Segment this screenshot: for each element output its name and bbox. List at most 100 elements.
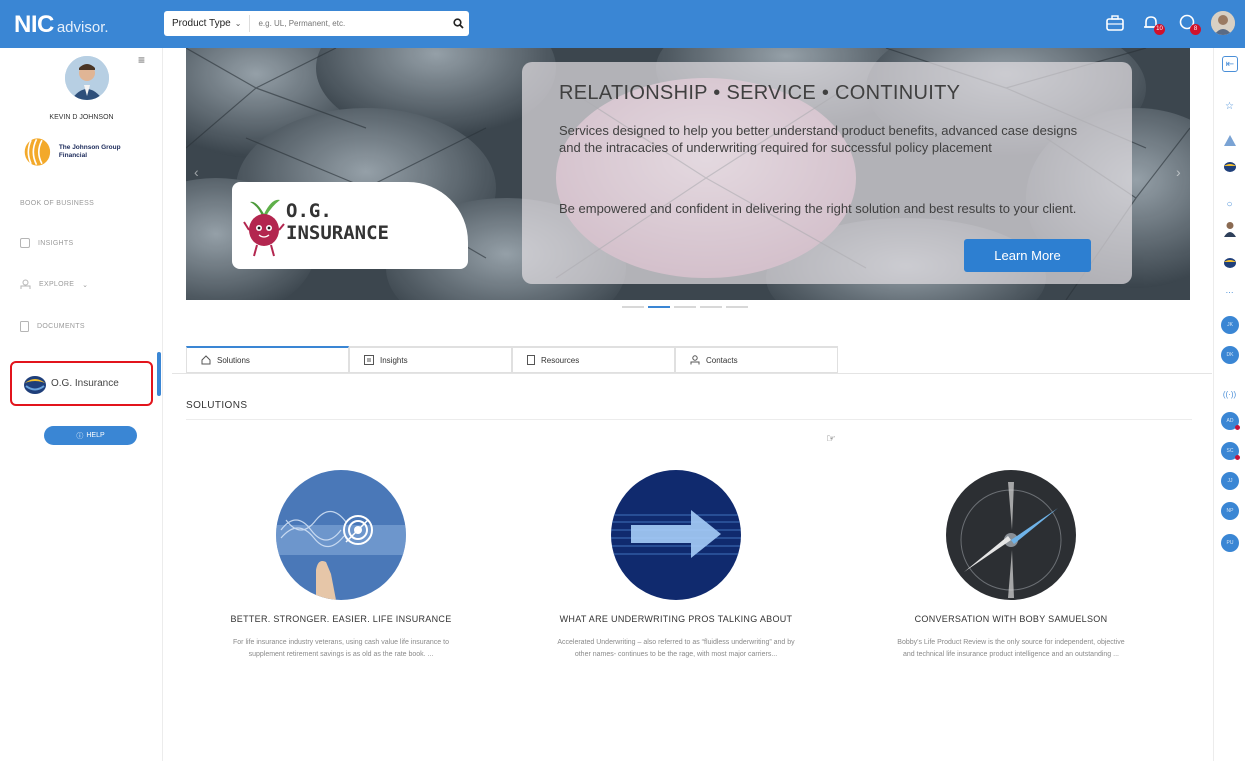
hero-paragraph-1: Services designed to help you better und…	[559, 123, 1078, 155]
solution-card-description: Accelerated Underwriting – also referred…	[557, 639, 795, 658]
user-avatar[interactable]	[1211, 11, 1235, 35]
pyramid-logo-icon[interactable]	[1221, 132, 1238, 149]
right-rail: ⇤ ☆ ○ ⋯ JK DK ((·)) AD SC JJ NP PU	[1213, 48, 1245, 761]
tab-resources[interactable]: Resources	[512, 346, 675, 373]
top-bar: NIC advisor. Product Type ⌄ e.g. UL, Per…	[0, 0, 1245, 48]
tab-label: Insights	[380, 355, 408, 365]
header-actions: 10 8	[1103, 11, 1235, 35]
pyramid-shape	[1223, 134, 1236, 146]
brand-line-1: O.G.	[286, 200, 332, 222]
solution-card[interactable]: BETTER. STRONGER. EASIER. LIFE INSURANCE…	[196, 470, 486, 661]
hero-banner: ‹ › RELATIONSHIP • SERVICE • CONTINUITY …	[186, 48, 1190, 300]
menu-icon[interactable]: ≡	[138, 53, 145, 67]
chevron-down-icon: ⌄	[82, 281, 89, 289]
nic-advisor-logo[interactable]: NIC advisor.	[14, 11, 109, 39]
contact-initials-avatar[interactable]: JJ	[1221, 472, 1239, 490]
og-insurance-brand-card: O.G. INSURANCE	[232, 182, 468, 269]
og-insurance-brand-text: O.G. INSURANCE	[286, 200, 389, 244]
carousel-next-icon[interactable]: ›	[1176, 164, 1181, 180]
nav-label: DOCUMENTS	[37, 323, 85, 330]
tab-label: Contacts	[706, 355, 738, 365]
unread-dot	[1235, 425, 1240, 430]
contact-initials-avatar[interactable]: PU	[1221, 534, 1239, 552]
nav-label: BOOK OF BUSINESS	[20, 200, 95, 207]
nav-explore[interactable]: EXPLORE ⌄	[20, 279, 88, 290]
section-title: SOLUTIONS	[186, 400, 248, 411]
document-icon	[527, 355, 535, 365]
contacts-icon	[690, 355, 700, 365]
carousel-indicators	[622, 306, 748, 308]
person-avatar-icon[interactable]	[1221, 220, 1238, 237]
solution-card-image[interactable]	[276, 470, 406, 600]
nav-documents[interactable]: DOCUMENTS	[20, 321, 85, 332]
contact-initials-avatar[interactable]: AD	[1221, 412, 1240, 430]
sidebar-item-og-insurance[interactable]: O.G. Insurance	[10, 361, 153, 406]
tab-label: Resources	[541, 355, 580, 365]
unread-dot	[1235, 455, 1240, 460]
nav-insights[interactable]: INSIGHTS	[20, 238, 73, 248]
help-button[interactable]: ⓘ HELP	[44, 426, 137, 445]
insights-icon	[364, 355, 374, 365]
solution-card-title[interactable]: CONVERSATION WITH BOBY SAMUELSON	[866, 613, 1156, 625]
chat-bubble-icon[interactable]: ○	[1221, 196, 1238, 213]
contact-initials-avatar[interactable]: SC	[1221, 442, 1240, 460]
search-button[interactable]	[447, 18, 469, 29]
og-logo-icon[interactable]	[1221, 158, 1238, 175]
dots-icon[interactable]: ⋯	[1221, 284, 1238, 301]
avatar-icon	[1211, 11, 1235, 35]
left-sidebar: ≡ KEVIN D JOHNSON The Johnson Group Fina…	[0, 48, 163, 761]
tab-insights[interactable]: Insights	[349, 346, 512, 373]
collapse-panel-icon[interactable]: ⇤	[1222, 56, 1238, 72]
beet-mascot-icon	[243, 199, 285, 257]
arrow-image-icon	[611, 470, 741, 600]
logo-sub: advisor.	[56, 19, 109, 36]
tab-solutions[interactable]: Solutions	[186, 346, 349, 373]
search-input[interactable]	[250, 19, 447, 28]
chat-button[interactable]: 8	[1175, 11, 1201, 35]
active-indicator	[157, 352, 161, 396]
solution-card[interactable]: CONVERSATION WITH BOBY SAMUELSON Bobby's…	[866, 470, 1156, 661]
nav-label: EXPLORE	[39, 281, 75, 288]
explore-icon	[20, 279, 31, 289]
help-icon: ⓘ	[76, 432, 84, 440]
carousel-dot[interactable]	[700, 306, 722, 308]
insights-icon	[20, 238, 30, 248]
document-icon	[20, 321, 29, 332]
hand-cursor-icon: ☞	[826, 433, 836, 445]
carousel-prev-icon[interactable]: ‹	[194, 164, 199, 180]
profile-photo-icon	[65, 56, 109, 100]
tab-contacts[interactable]: Contacts	[675, 346, 838, 373]
carousel-dot[interactable]	[726, 306, 748, 308]
solution-card-description: For life insurance industry veterans, us…	[233, 639, 449, 658]
compass-image-icon	[946, 470, 1076, 600]
briefcase-button[interactable]	[1103, 11, 1127, 35]
contact-initials-avatar[interactable]: DK	[1221, 346, 1239, 364]
contact-initials-avatar[interactable]: JK	[1221, 316, 1239, 334]
solution-card[interactable]: WHAT ARE UNDERWRITING PROS TALKING ABOUT…	[531, 470, 821, 661]
carousel-dot[interactable]	[674, 306, 696, 308]
solution-card-title[interactable]: WHAT ARE UNDERWRITING PROS TALKING ABOUT	[531, 613, 821, 625]
company-name: The Johnson Group Financial	[58, 144, 121, 159]
solution-card-image[interactable]	[946, 470, 1076, 600]
section-divider	[186, 419, 1192, 420]
hero-title: RELATIONSHIP • SERVICE • CONTINUITY	[559, 82, 961, 104]
nav-book-of-business[interactable]: BOOK OF BUSINESS	[20, 200, 94, 207]
solution-card-title[interactable]: BETTER. STRONGER. EASIER. LIFE INSURANCE	[196, 613, 486, 625]
broadcast-icon[interactable]: ((·))	[1221, 386, 1238, 403]
profile-avatar[interactable]	[65, 56, 109, 100]
product-type-dropdown[interactable]: Product Type ⌄	[164, 15, 251, 32]
carousel-dot[interactable]	[622, 306, 644, 308]
contact-initials-avatar[interactable]: NP	[1221, 502, 1239, 520]
notifications-button[interactable]: 10	[1139, 11, 1165, 35]
help-label: HELP	[86, 432, 105, 439]
learn-more-button[interactable]: Learn More	[964, 239, 1091, 272]
og-insurance-logo-icon	[24, 375, 46, 394]
hero-text-panel: RELATIONSHIP • SERVICE • CONTINUITY Serv…	[522, 62, 1132, 284]
solution-card-image[interactable]	[611, 470, 741, 600]
chat-badge: 8	[1190, 24, 1201, 35]
company-logo-icon	[24, 138, 51, 166]
og-logo-icon[interactable]	[1221, 254, 1238, 271]
star-icon[interactable]: ☆	[1221, 98, 1238, 115]
contact-initials: SC	[1226, 448, 1234, 454]
carousel-dot-active[interactable]	[648, 306, 670, 308]
